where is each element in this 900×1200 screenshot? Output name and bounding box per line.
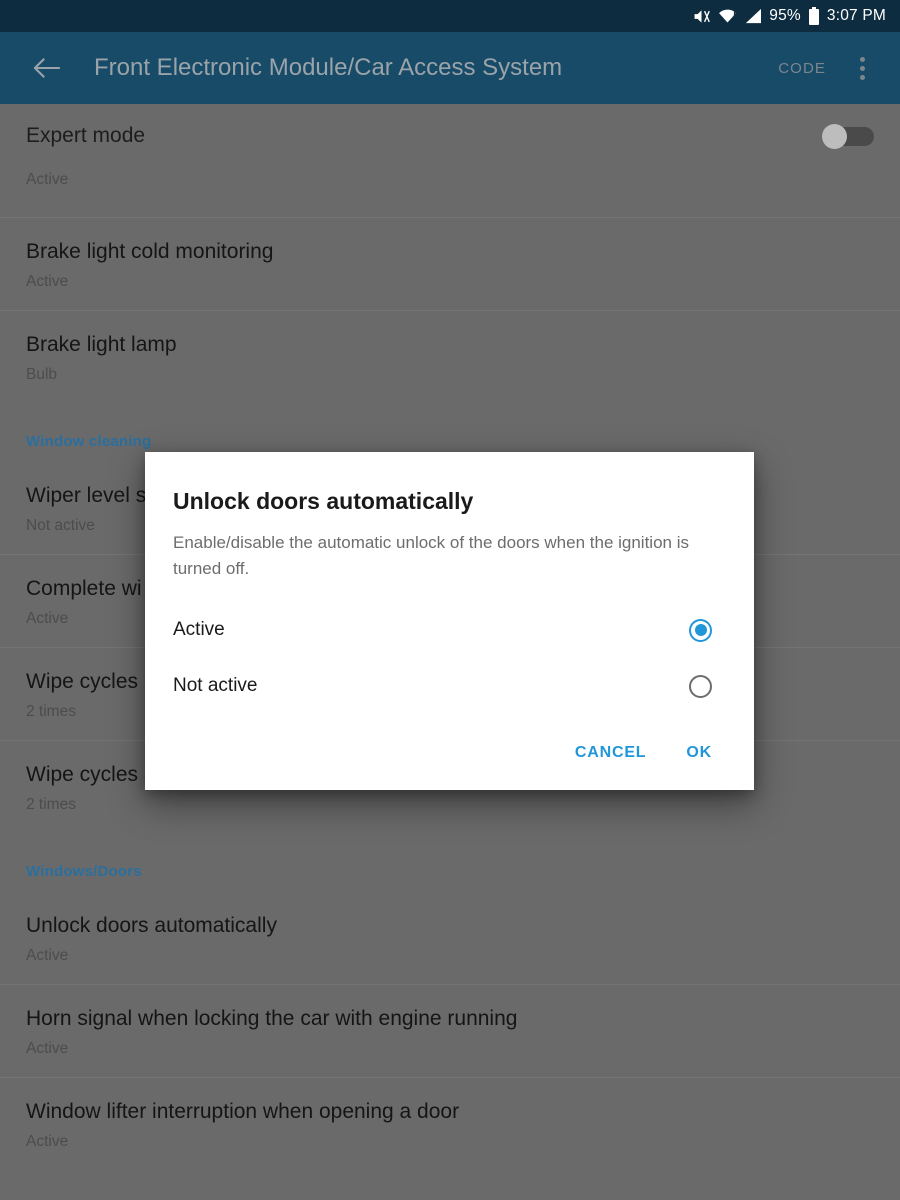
list-item[interactable]: Brake light lamp Bulb	[0, 311, 900, 403]
overflow-dot	[859, 65, 865, 71]
list-item-title: Brake light lamp	[26, 333, 177, 356]
list-item[interactable]: Brake light cold monitoring Active	[0, 218, 900, 311]
radio-option-label: Not active	[173, 675, 258, 696]
expert-mode-row[interactable]: Expert mode	[0, 104, 900, 168]
radio-option-label: Active	[173, 619, 225, 640]
radio-button-selected-icon[interactable]	[689, 618, 712, 642]
page-title: Front Electronic Module/Car Access Syste…	[94, 54, 563, 81]
overflow-dot	[859, 56, 865, 62]
clock-label: 3:07 PM	[826, 7, 886, 24]
list-item-subtitle: 2 times	[26, 796, 76, 813]
cellular-signal-icon	[744, 7, 762, 25]
list-item-subtitle: Active	[26, 1040, 69, 1057]
toggle-thumb	[822, 124, 847, 149]
battery-percent-label: 95%	[769, 7, 801, 24]
code-button[interactable]: CODE	[762, 60, 842, 77]
list-item-subtitle: Active	[26, 1133, 69, 1150]
back-arrow-icon[interactable]	[18, 40, 74, 96]
section-header-windows-doors: Windows/Doors	[26, 863, 142, 880]
list-item-title: Unlock doors automatically	[26, 914, 277, 937]
list-item-subtitle: Active	[26, 171, 69, 188]
mute-icon	[692, 7, 711, 25]
list-item[interactable]: Horn signal when locking the car with en…	[0, 985, 900, 1078]
radio-option-active[interactable]: Active	[173, 602, 726, 658]
list-item-title: Horn signal when locking the car with en…	[26, 1007, 518, 1030]
status-bar: 95% 3:07 PM	[0, 0, 900, 32]
overflow-dot	[859, 74, 865, 80]
expert-mode-label: Expert mode	[26, 124, 146, 147]
list-item-subtitle: Active	[26, 947, 69, 964]
ok-button[interactable]: OK	[672, 736, 726, 770]
app-bar: Front Electronic Module/Car Access Syste…	[0, 32, 900, 104]
phone-screen: 95% 3:07 PM Front Electronic Module/Car …	[0, 0, 900, 1200]
list-item-title: Brake light cold monitoring	[26, 240, 274, 263]
list-item-subtitle: Bulb	[26, 366, 58, 383]
dialog-actions: CANCEL OK	[173, 714, 726, 790]
cancel-button[interactable]: CANCEL	[561, 736, 660, 770]
dialog-message: Enable/disable the automatic unlock of t…	[173, 533, 689, 578]
battery-icon	[808, 6, 820, 25]
list-item[interactable]: Active	[0, 170, 900, 218]
list-item-title: Window lifter interruption when opening …	[26, 1100, 460, 1123]
unlock-doors-dialog: Unlock doors automatically Enable/disabl…	[145, 452, 754, 790]
dialog-title: Unlock doors automatically	[173, 488, 474, 514]
radio-option-not-active[interactable]: Not active	[173, 658, 726, 714]
radio-button-unselected-icon[interactable]	[689, 674, 712, 698]
list-item[interactable]: Window lifter interruption when opening …	[0, 1078, 900, 1170]
wifi-icon	[718, 7, 737, 25]
list-item[interactable]: Unlock doors automatically Active	[0, 892, 900, 985]
expert-mode-toggle[interactable]	[822, 124, 874, 149]
overflow-menu-icon[interactable]	[842, 40, 882, 96]
list-item-subtitle: Active	[26, 273, 69, 290]
